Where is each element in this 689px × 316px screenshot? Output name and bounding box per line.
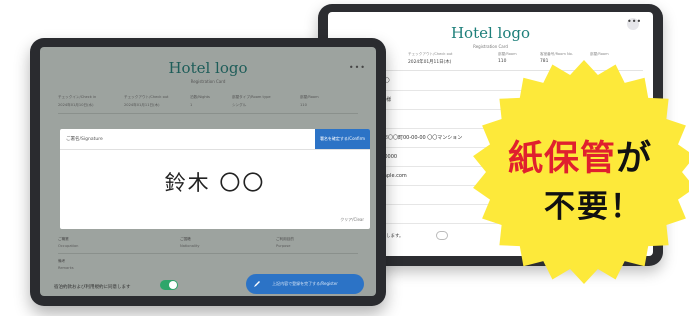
front-header-label: チェックイン/Check in [58,95,97,99]
register-button-label: 上記内容で登録を完了する/Register [272,281,338,286]
front-divider [58,113,358,114]
form-field-label: ご職業 [58,237,69,241]
form-field-value[interactable]: Remarks [58,266,74,270]
front-header-value: 2024年01月11日(木) [124,103,160,107]
badge-line2: 不要！ [544,189,643,225]
front-tablet-screen: Hotel logo Registration Card ••• チェックイン/… [40,47,376,296]
front-tablet: Hotel logo Registration Card ••• チェックイン/… [30,38,386,306]
form-field-value[interactable]: Occupation [58,244,78,248]
form-field-label: ご利用目的 [276,237,294,241]
back-consent-toggle[interactable] [436,231,448,240]
front-header-value: シングル [232,103,247,107]
front-header-label: 部屋/Room [300,95,319,99]
front-header-label: 泊数/Nights [190,95,210,99]
front-header-label: 部屋タイプ/Room type [232,95,271,99]
front-menu-icon[interactable]: ••• [349,63,366,72]
badge-line1-black: が [616,139,653,179]
form-field-value[interactable]: Nationality [180,244,200,248]
badge-line1: 紙保管が [508,130,652,181]
form-field-label: 備考 [58,259,66,263]
back-header-label: チェックアウト/Check out [408,52,453,56]
confirm-signature-button[interactable]: 署名を確定する/Confirm [315,129,370,149]
front-divider [58,253,358,254]
signature-label: ご署名/Signature [66,137,103,142]
consent-text: 宿泊約款および利用規約に同意します [54,285,131,290]
signature-dialog-header: ご署名/Signature 署名を確定する/Confirm [60,129,370,150]
front-header-label: チェックアウト/Check out [124,95,169,99]
form-field-value[interactable]: Purpose [276,244,290,248]
signature-pad[interactable]: 鈴木 〇〇 [60,167,370,197]
back-menu-icon[interactable]: ••• [627,18,641,30]
front-header-value: 2024年01月10日(水) [58,103,94,107]
toggle-knob [169,281,177,289]
signature-dialog: ご署名/Signature 署名を確定する/Confirm 鈴木 〇〇 クリア/… [60,129,370,229]
consent-toggle[interactable] [160,280,178,290]
register-button[interactable]: 上記内容で登録を完了する/Register [246,274,364,294]
front-header-value: 1 [190,103,193,107]
front-card-subtitle: Registration Card [190,79,226,84]
clear-signature-button[interactable]: クリア/Clear [340,217,364,223]
front-header-value: 110 [300,103,307,107]
form-field-label: ご国籍 [180,237,191,241]
front-hotel-logo: Hotel logo [168,59,248,77]
pen-icon [254,281,260,287]
badge-line1-red: 紙保管 [508,139,617,179]
back-header-value: 2024年01月11日(木) [408,60,452,65]
